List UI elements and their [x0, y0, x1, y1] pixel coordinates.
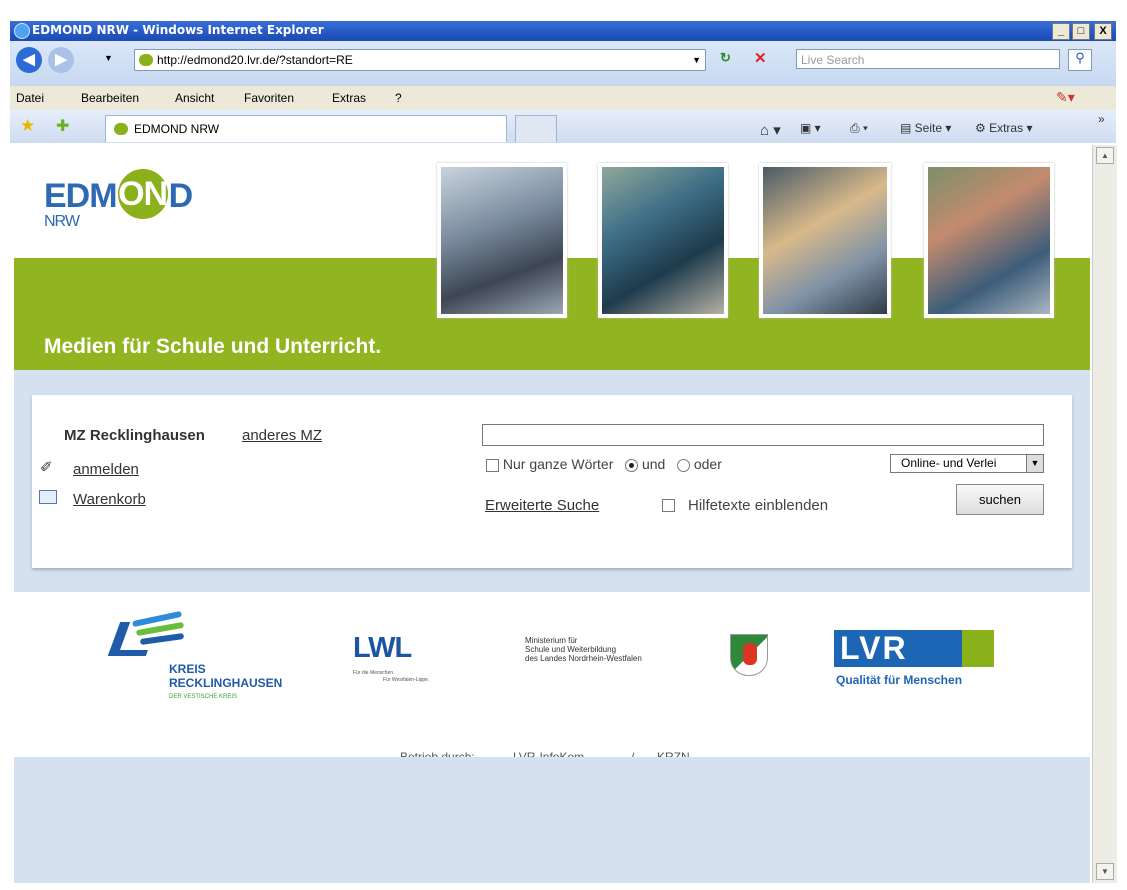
lwl-logo[interactable]: LWL: [353, 632, 412, 665]
or-radio[interactable]: [676, 458, 690, 472]
print-icon[interactable]: ⎙ ▾: [850, 121, 868, 136]
favicon-icon: [139, 54, 153, 66]
ie-icon: [14, 23, 30, 39]
tab-edmond[interactable]: EDMOND NRW: [105, 115, 507, 142]
vertical-scrollbar[interactable]: ▲ ▼: [1092, 145, 1117, 883]
help-texts-label: Hilfetexte einblenden: [688, 497, 829, 514]
tab-label: EDMOND NRW: [134, 122, 220, 136]
search-panel: MZ Recklinghausen anderes MZ ✐ anmelden …: [32, 395, 1072, 568]
search-button[interactable]: suchen: [956, 484, 1044, 515]
search-icon[interactable]: ⚲: [1068, 49, 1092, 71]
cart-link[interactable]: Warenkorb: [73, 491, 146, 508]
address-toolbar: ◀ ▶ ▼ http://edmond20.lvr.de/?standort=R…: [10, 41, 1116, 86]
and-radio[interactable]: [625, 458, 639, 472]
maximize-button[interactable]: □: [1072, 23, 1090, 40]
logo-part-3: D: [168, 176, 194, 215]
scroll-up-icon[interactable]: ▲: [1096, 147, 1114, 164]
scroll-down-icon[interactable]: ▼: [1096, 863, 1114, 880]
address-field[interactable]: http://edmond20.lvr.de/?standort=RE ▼: [134, 49, 706, 71]
photo-students-headphones: [598, 163, 728, 318]
help-texts-checkbox[interactable]: [662, 499, 675, 512]
minimize-button[interactable]: _: [1052, 23, 1070, 40]
menu-extras[interactable]: Extras: [332, 91, 366, 105]
pencil-icon: ✐: [40, 459, 53, 476]
ministry-line-2: Schule und Weiterbildung: [525, 645, 617, 654]
and-label: und: [641, 456, 666, 472]
cart-list-icon: [39, 490, 57, 504]
kreis-logo-waves: [107, 610, 185, 656]
login-link[interactable]: anmelden: [73, 461, 139, 478]
home-icon[interactable]: ⌂ ▾: [760, 121, 781, 139]
kreis-logo-text[interactable]: KREIS RECKLINGHAUSEN DER VESTISCHE KREIS: [169, 662, 282, 704]
search-input[interactable]: [482, 424, 1044, 446]
lwl-sub-1: Für die Menschen.: [353, 670, 395, 676]
lvr-logo-text: LVR: [834, 630, 962, 667]
menu-bearbeiten[interactable]: Bearbeiten: [81, 91, 139, 105]
feeds-icon[interactable]: ▣ ▾: [800, 121, 821, 135]
advanced-search-link[interactable]: Erweiterte Suche: [485, 497, 599, 514]
menu-favoriten[interactable]: Favoriten: [244, 91, 294, 105]
new-tab-button[interactable]: [515, 115, 557, 142]
menu-bar: Datei Bearbeiten Ansicht Favoriten Extra…: [10, 86, 1116, 110]
photo-children-computer: [924, 163, 1054, 318]
lvr-sub: Qualität für Menschen: [836, 673, 963, 687]
web-page: EDMOND NRW Medien für Schule und Unterri…: [14, 145, 1090, 883]
logo-part-1: EDM: [44, 176, 118, 215]
menu-ansicht[interactable]: Ansicht: [175, 91, 214, 105]
live-search-input[interactable]: Live Search: [796, 49, 1060, 69]
kreis-line-2: RECKLINGHAUSEN: [169, 676, 283, 690]
lwl-sub-2: Für Westfalen-Lippe.: [383, 677, 430, 683]
menu-datei[interactable]: Datei: [16, 91, 44, 105]
lvr-logo[interactable]: LVR: [834, 630, 994, 667]
scope-select-value: Online- und Verlei: [901, 456, 997, 470]
page-menu[interactable]: ▤ Seite ▾: [900, 121, 951, 135]
address-value: http://edmond20.lvr.de/?standort=RE: [157, 53, 353, 67]
slogan: Medien für Schule und Unterricht.: [44, 335, 382, 358]
ministry-logo[interactable]: Ministerium für Schule und Weiterbildung…: [525, 636, 642, 663]
nrw-coat-of-arms-icon: [730, 634, 768, 676]
refresh-icon[interactable]: ↻: [720, 50, 731, 66]
whole-words-checkbox[interactable]: [486, 458, 499, 472]
close-button[interactable]: X: [1094, 23, 1112, 40]
partner-footer: KREIS RECKLINGHAUSEN DER VESTISCHE KREIS…: [14, 592, 1090, 764]
or-label: oder: [693, 456, 722, 472]
logo-on-circle: ON: [117, 169, 168, 219]
translate-icon[interactable]: ✎▾: [1056, 89, 1075, 106]
stop-icon[interactable]: ✕: [754, 49, 767, 67]
page-icon: ▤: [900, 121, 915, 135]
tab-bar: ★ ✚ EDMOND NRW ⌂ ▾ ▣ ▾ ⎙ ▾ ▤ Seite ▾ ⚙ E…: [10, 110, 1116, 143]
location-label: MZ Recklinghausen: [64, 427, 205, 444]
scope-select[interactable]: Online- und Verlei ▼: [890, 454, 1044, 473]
menu-help[interactable]: ?: [395, 91, 402, 105]
logo-nrw: NRW: [44, 213, 80, 230]
window-title-bar[interactable]: EDMOND NRW - Windows Internet Explorer _…: [10, 21, 1116, 41]
tab-favicon-icon: [114, 123, 128, 135]
chevron-down-icon[interactable]: ▼: [1026, 455, 1043, 472]
photo-classroom-laptops: [437, 163, 567, 318]
add-favorite-icon[interactable]: ✚: [56, 116, 69, 136]
edmond-logo[interactable]: EDMOND NRW: [44, 169, 194, 230]
bottom-background: [14, 757, 1090, 883]
whole-words-label: Nur ganze Wörter: [502, 456, 614, 472]
forward-button[interactable]: ▶: [48, 47, 74, 73]
ministry-line-3: des Landes Nordrhein-Westfalen: [525, 654, 642, 663]
chevron-more-icon[interactable]: »: [1098, 112, 1105, 126]
gear-icon: ⚙: [975, 121, 990, 135]
kreis-line-1: KREIS: [169, 662, 206, 676]
history-dropdown-icon[interactable]: ▼: [104, 53, 113, 63]
page-menu-label: Seite: [914, 121, 943, 135]
kreis-line-3: DER VESTISCHE KREIS: [169, 694, 238, 700]
change-location-link[interactable]: anderes MZ: [242, 427, 322, 444]
search-options: Nur ganze Wörter und oder: [486, 456, 722, 472]
back-button[interactable]: ◀: [16, 47, 42, 73]
tools-menu[interactable]: ⚙ Extras ▾: [975, 121, 1032, 135]
ministry-line-1: Ministerium für: [525, 636, 578, 645]
favorites-star-icon[interactable]: ★: [20, 116, 35, 136]
lvr-face-icon: [962, 630, 994, 667]
tools-menu-label: Extras: [989, 121, 1024, 135]
address-dropdown-icon[interactable]: ▼: [692, 50, 701, 70]
photo-girl-headphones: [759, 163, 891, 318]
window-title: EDMOND NRW - Windows Internet Explorer: [32, 23, 324, 37]
